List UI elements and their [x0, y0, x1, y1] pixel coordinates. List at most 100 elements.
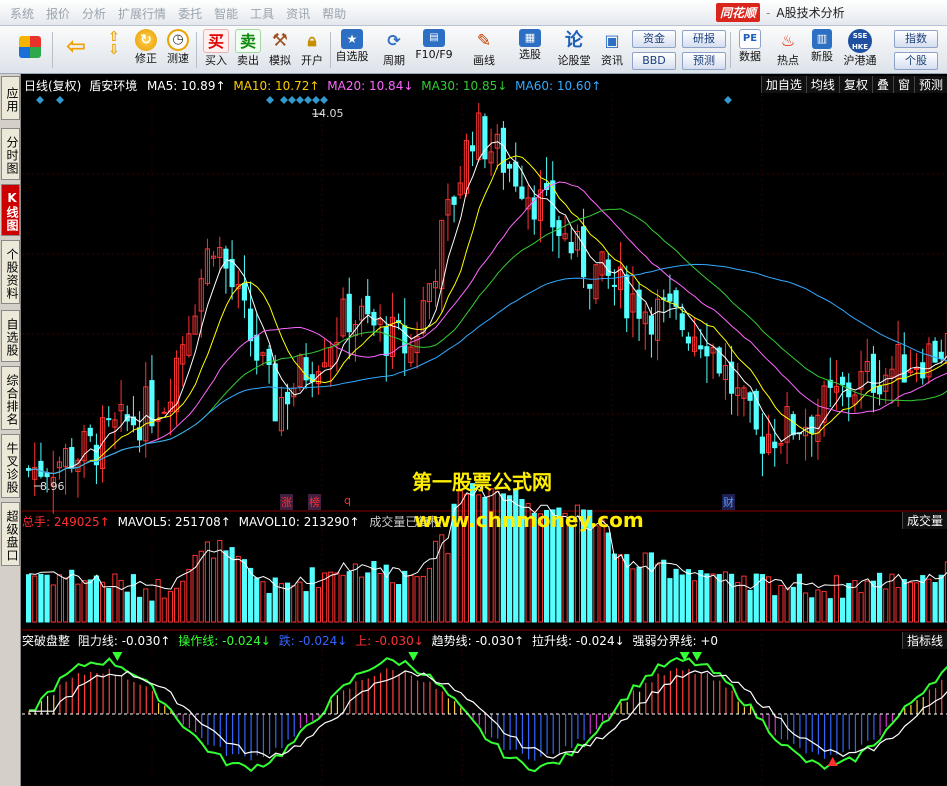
- adjust-button[interactable]: 复权: [838, 76, 872, 93]
- candle-body: [914, 367, 920, 370]
- candle-body: [87, 427, 93, 437]
- menu-item-extended-quote[interactable]: 扩展行情: [112, 5, 172, 22]
- predict-button[interactable]: 预测: [913, 76, 947, 93]
- chart-area[interactable]: 日线(复权) 盾安环境 MA5: 10.89↑ MA10: 10.72↑ MA2…: [22, 74, 947, 786]
- select-stock-button[interactable]: ▦ 选股: [514, 28, 546, 72]
- volume-bar: [864, 580, 870, 623]
- individual-stock-button[interactable]: 个股: [894, 52, 938, 70]
- candle-body: [790, 414, 796, 436]
- speedtest-button[interactable]: ◷ 测速: [162, 28, 194, 72]
- mavol5-value: MAVOL5: 251708↑: [117, 515, 231, 529]
- menu-item-news[interactable]: 资讯: [280, 5, 316, 22]
- volume-bar: [303, 591, 309, 623]
- volume-bar: [174, 587, 180, 623]
- volume-bar: [778, 584, 784, 623]
- volume-bar: [759, 574, 765, 623]
- windows-grid-button[interactable]: [14, 28, 46, 72]
- kline-info-bar: 日线(复权) 盾安环境 MA5: 10.89↑ MA10: 10.72↑ MA2…: [24, 77, 601, 94]
- volume-bar: [334, 572, 340, 623]
- candle-body: [241, 282, 247, 301]
- volume-info-bar: 总手: 249025↑ MAVOL5: 251708↑ MAVOL10: 213…: [22, 513, 441, 530]
- volume-bar: [735, 582, 741, 623]
- tab-stock-profile[interactable]: 个股资料: [1, 240, 20, 304]
- volume-bar: [137, 596, 143, 623]
- f10-button[interactable]: ▤ F10/F9: [415, 28, 453, 72]
- q-marker[interactable]: q: [344, 494, 351, 507]
- candle-body: [772, 441, 778, 449]
- draw-line-button[interactable]: ✎ 画线: [468, 28, 500, 72]
- tab-ranking[interactable]: 综合排名: [1, 366, 20, 430]
- watermark-url: www.chnmoney.com: [414, 508, 644, 532]
- ma-button[interactable]: 均线: [805, 76, 839, 93]
- volume-bar: [365, 572, 371, 623]
- candle-body: [106, 418, 112, 421]
- volume-bar: [291, 585, 297, 623]
- tab-diagnosis[interactable]: 牛叉诊股: [1, 434, 20, 498]
- ranking-marker[interactable]: 榜: [308, 494, 321, 510]
- candle-body: [248, 308, 254, 342]
- period-button[interactable]: ⟳ 周期: [378, 28, 410, 72]
- volume-bar: [630, 568, 636, 623]
- new-stock-button[interactable]: ▥ 新股: [806, 28, 838, 72]
- volume-bar: [112, 573, 118, 623]
- indicator-name[interactable]: 突破盘整: [22, 634, 70, 648]
- menu-item-help[interactable]: 帮助: [316, 5, 352, 22]
- volume-bar: [698, 570, 704, 623]
- add-watchlist-button[interactable]: 加自选: [760, 76, 806, 93]
- tab-super-orderbook[interactable]: 超级盘口: [1, 502, 20, 566]
- window-button[interactable]: 窗: [892, 76, 914, 93]
- period-label[interactable]: 日线(复权): [24, 79, 81, 93]
- signal-diamond-icon: [304, 96, 312, 104]
- limit-up-marker[interactable]: 涨: [280, 494, 293, 510]
- menu-item-order[interactable]: 委托: [172, 5, 208, 22]
- volume-bar: [433, 540, 439, 623]
- index-button[interactable]: 指数: [894, 30, 938, 48]
- bbd-button[interactable]: BBD: [632, 52, 676, 70]
- kline-right-buttons: 加自选 均线 复权 叠 窗 预测: [760, 76, 947, 93]
- volume-bar: [809, 597, 815, 623]
- sse-hkex-icon: SSE HKE: [848, 29, 872, 53]
- volume-button[interactable]: 成交量: [901, 512, 947, 529]
- menu-item-smart[interactable]: 智能: [208, 5, 244, 22]
- volume-bar: [877, 572, 883, 623]
- volume-bar: [87, 579, 93, 623]
- candle-body: [500, 127, 507, 173]
- volume-bar: [766, 576, 772, 623]
- overlay-button[interactable]: 叠: [871, 76, 893, 93]
- menu-item-quote[interactable]: 报价: [40, 5, 76, 22]
- research-report-button[interactable]: 研报: [682, 30, 726, 48]
- menu-item-system[interactable]: 系统: [4, 5, 40, 22]
- finance-marker[interactable]: 财: [722, 494, 735, 510]
- indicator-button[interactable]: 指标线: [901, 632, 947, 649]
- tab-app[interactable]: 应用: [1, 76, 20, 120]
- watchlist-button[interactable]: ★ 自选股: [336, 28, 369, 72]
- menu-item-analysis[interactable]: 分析: [76, 5, 112, 22]
- watchlist-label: 自选股: [335, 50, 369, 63]
- volume-bar: [827, 598, 833, 623]
- buy-arrow-icon: [827, 757, 838, 766]
- tab-intraday[interactable]: 分时图: [1, 128, 20, 180]
- tab-kline[interactable]: K线图: [1, 184, 20, 236]
- watermark-title: 第一股票公式网: [412, 470, 552, 494]
- open-account-button[interactable]: 🔒︎ 开户: [296, 28, 328, 72]
- hk-connect-button[interactable]: SSE HKE 沪港通: [844, 28, 877, 72]
- chart-canvas[interactable]: [22, 74, 947, 786]
- volume-bar: [445, 553, 451, 623]
- menu-item-tools[interactable]: 工具: [244, 5, 280, 22]
- volume-bar: [803, 592, 809, 623]
- forecast-button[interactable]: 预测: [682, 52, 726, 70]
- candle-body: [932, 340, 938, 363]
- data-button[interactable]: PE 数据: [734, 28, 766, 72]
- volume-bar: [32, 575, 38, 623]
- volume-bar: [389, 582, 396, 623]
- fund-button[interactable]: 资金: [632, 30, 676, 48]
- forum-button[interactable]: 论 论股堂: [558, 28, 591, 72]
- candle-body: [229, 258, 235, 288]
- candle-body: [611, 284, 617, 287]
- news-button[interactable]: ▣ 资讯: [596, 28, 628, 72]
- back-button[interactable]: ⇦: [60, 28, 92, 72]
- volume-bar: [914, 582, 920, 623]
- tab-watchlist[interactable]: 自选股: [1, 310, 20, 362]
- signal-diamond-icon: [312, 96, 320, 104]
- volume-bar: [340, 574, 346, 623]
